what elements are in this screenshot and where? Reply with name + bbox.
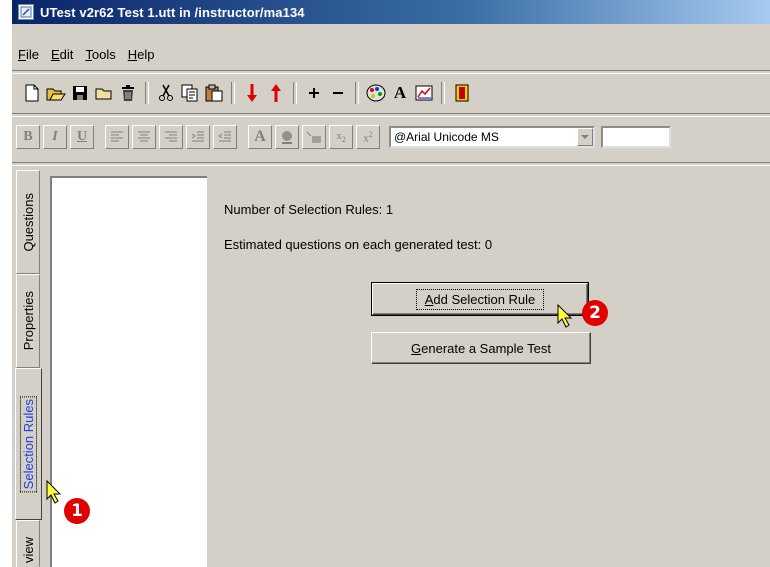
toolbar-separator xyxy=(293,82,297,104)
title-bar: UTest v2r62 Test 1.utt in /instructor/ma… xyxy=(12,0,770,24)
app-window: UTest v2r62 Test 1.utt in /instructor/ma… xyxy=(12,0,770,567)
separator xyxy=(12,113,770,117)
save-icon[interactable] xyxy=(68,81,92,105)
tab-questions[interactable]: Questions xyxy=(16,170,40,274)
italic-button[interactable]: I xyxy=(43,125,67,149)
open-folder-icon[interactable] xyxy=(44,81,68,105)
tab-preview[interactable]: view xyxy=(16,520,40,567)
separator xyxy=(12,162,770,166)
text-color-icon[interactable]: A xyxy=(248,125,272,149)
trash-icon[interactable] xyxy=(116,81,140,105)
font-icon[interactable]: A xyxy=(388,81,412,105)
main-toolbar: A xyxy=(20,79,474,107)
superscript-icon[interactable]: x2 xyxy=(356,125,380,149)
rule-count-text: Number of Selection Rules: 1 xyxy=(224,202,394,217)
paste-icon[interactable] xyxy=(202,81,226,105)
font-size-input[interactable] xyxy=(601,126,671,148)
align-center-icon[interactable] xyxy=(132,125,156,149)
step-one-badge: 1 xyxy=(64,498,90,524)
bold-button[interactable]: B xyxy=(16,125,40,149)
outdent-icon[interactable] xyxy=(213,125,237,149)
insert-image-icon[interactable] xyxy=(302,125,326,149)
estimated-questions-text: Estimated questions on each generated te… xyxy=(224,237,493,252)
align-left-icon[interactable] xyxy=(105,125,129,149)
separator xyxy=(12,70,770,74)
mouse-pointer-icon xyxy=(557,304,573,328)
move-up-icon[interactable] xyxy=(264,81,288,105)
chevron-down-icon[interactable] xyxy=(577,128,593,146)
side-tab-strip: Questions Properties Selection Rules vie… xyxy=(15,170,42,567)
mouse-pointer-icon xyxy=(46,480,62,504)
font-name-select[interactable]: @Arial Unicode MS xyxy=(389,126,595,148)
format-toolbar: B I U A x2 x2 @Arial Unicode MS xyxy=(16,122,671,152)
add-selection-rule-button[interactable]: Add Selection Rule xyxy=(371,282,589,316)
menu-help[interactable]: Help xyxy=(122,47,161,62)
toolbar-separator xyxy=(441,82,445,104)
generate-sample-test-button[interactable]: Generate a Sample Test xyxy=(371,332,591,364)
app-icon xyxy=(18,4,34,20)
subscript-icon[interactable]: x2 xyxy=(329,125,353,149)
copy-icon[interactable] xyxy=(178,81,202,105)
indent-icon[interactable] xyxy=(186,125,210,149)
close-folder-icon[interactable] xyxy=(92,81,116,105)
remove-icon[interactable] xyxy=(326,81,350,105)
menu-edit[interactable]: Edit xyxy=(45,47,79,62)
menu-bar: File Edit Tools Help xyxy=(12,43,160,65)
exit-door-icon[interactable] xyxy=(450,81,474,105)
toolbar-separator xyxy=(231,82,235,104)
toolbar-separator xyxy=(355,82,359,104)
cut-icon[interactable] xyxy=(154,81,178,105)
tab-properties[interactable]: Properties xyxy=(16,274,40,368)
menu-tools[interactable]: Tools xyxy=(79,47,121,62)
tab-selection-rules[interactable]: Selection Rules xyxy=(15,368,42,520)
toolbar-separator xyxy=(145,82,149,104)
align-right-icon[interactable] xyxy=(159,125,183,149)
chart-icon[interactable] xyxy=(412,81,436,105)
menu-file[interactable]: File xyxy=(12,47,45,62)
font-name-value: @Arial Unicode MS xyxy=(394,130,499,144)
new-file-icon[interactable] xyxy=(20,81,44,105)
move-down-icon[interactable] xyxy=(240,81,264,105)
underline-button[interactable]: U xyxy=(70,125,94,149)
window-title: UTest v2r62 Test 1.utt in /instructor/ma… xyxy=(40,4,305,20)
palette-icon[interactable] xyxy=(364,81,388,105)
step-two-badge: 2 xyxy=(582,300,608,326)
selection-rules-panel: Number of Selection Rules: 1 Estimated q… xyxy=(216,176,770,567)
add-icon[interactable] xyxy=(302,81,326,105)
background-color-icon[interactable] xyxy=(275,125,299,149)
